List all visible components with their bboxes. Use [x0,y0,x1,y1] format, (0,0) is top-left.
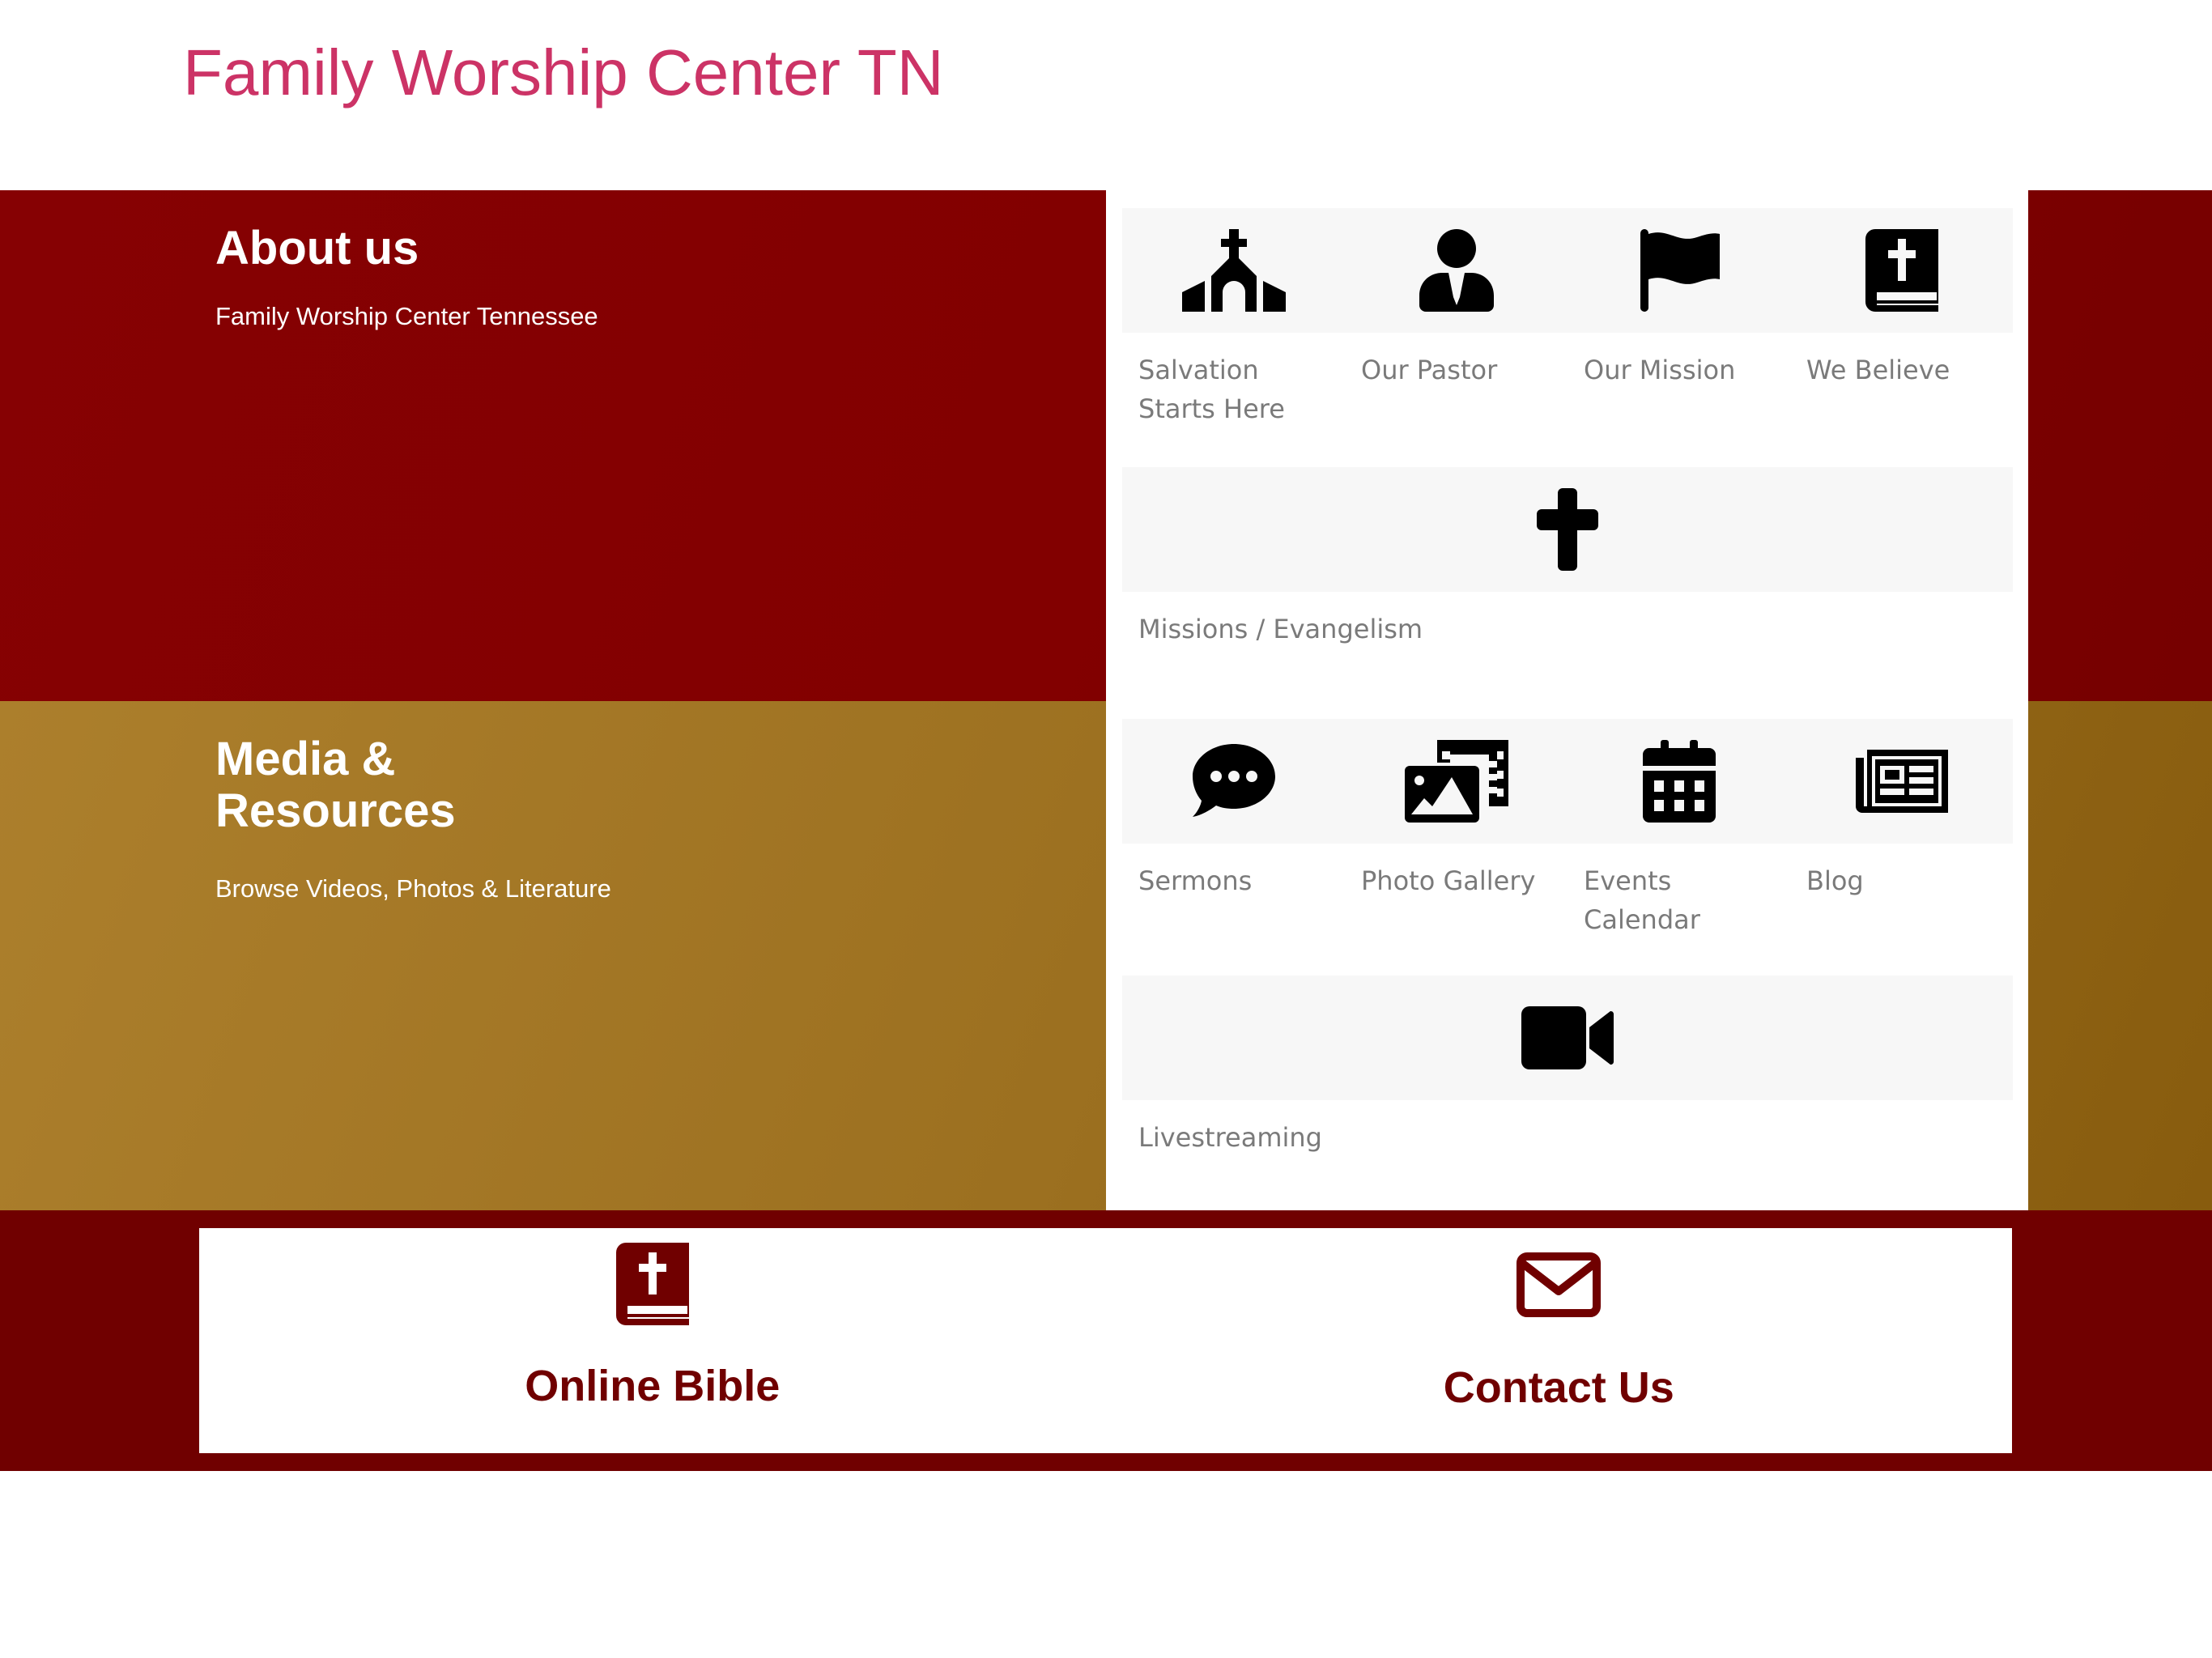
bible-icon [615,1243,689,1325]
tile-label-we-believe[interactable]: We Believe [1790,351,2013,428]
newspaper-icon [1855,750,1948,813]
flag-icon [1640,229,1720,312]
cross-icon [1537,488,1598,571]
media-section: Media & Resources Browse Videos, Photos … [0,701,2212,1210]
site-header: Family Worship Center TN [0,0,2212,190]
about-section: About us Family Worship Center Tennessee [0,190,2212,701]
tile-we-believe[interactable] [1790,208,2013,333]
online-bible-link[interactable]: Online Bible [199,1228,1106,1453]
quick-links-box: Online Bible Contact Us [199,1228,2012,1453]
tile-missions[interactable]: Missions / Evangelism [1122,467,2013,648]
tile-label-our-pastor[interactable]: Our Pastor [1345,351,1568,428]
about-title: About us [215,222,419,274]
tile-label-photo-gallery[interactable]: Photo Gallery [1345,861,1568,939]
tile-label-blog[interactable]: Blog [1790,861,2013,939]
about-intro: About us Family Worship Center Tennessee [215,223,598,333]
tile-sermons[interactable] [1122,719,1345,844]
tile-events-calendar[interactable] [1568,719,1790,844]
site-title[interactable]: Family Worship Center TN [183,36,944,110]
church-icon [1181,229,1286,312]
tile-label-events-calendar[interactable]: Events Calendar [1568,861,1790,939]
tile-livestreaming[interactable]: Livestreaming [1122,976,2013,1157]
media-subtitle: Browse Videos, Photos & Literature [215,874,611,903]
photo-video-icon [1404,740,1508,823]
tile-label-sermons[interactable]: Sermons [1122,861,1345,939]
media-title: Media & Resources [215,733,456,837]
about-tiles: Salvation Starts Here Our Pastor Our Mis… [1122,208,2013,428]
comment-dots-icon [1192,744,1275,817]
about-subtitle: Family Worship Center Tennessee [215,302,598,330]
contact-us-link[interactable]: Contact Us [1106,1228,2013,1453]
tile-label-missions[interactable]: Missions / Evangelism [1122,610,1431,648]
tile-blog[interactable] [1790,719,2013,844]
video-icon [1521,1006,1614,1069]
about-panel: Salvation Starts Here Our Pastor Our Mis… [1106,190,2028,701]
media-tiles: Sermons Photo Gallery Events Calendar Bl… [1122,719,2013,939]
media-panel: Sermons Photo Gallery Events Calendar Bl… [1106,701,2028,1210]
tile-label-our-mission[interactable]: Our Mission [1568,351,1790,428]
tile-our-pastor[interactable] [1345,208,1568,333]
quick-links-section: Online Bible Contact Us [0,1210,2212,1471]
tile-our-mission[interactable] [1568,208,1790,333]
online-bible-label[interactable]: Online Bible [525,1361,780,1411]
tile-photo-gallery[interactable] [1345,719,1568,844]
contact-us-label[interactable]: Contact Us [1444,1363,1674,1413]
user-tie-icon [1419,229,1494,312]
tile-salvation[interactable] [1122,208,1345,333]
tile-label-salvation[interactable]: Salvation Starts Here [1122,351,1345,428]
calendar-icon [1642,740,1716,823]
media-intro: Media & Resources Browse Videos, Photos … [215,733,620,905]
bible-icon [1865,229,1938,312]
envelope-icon [1516,1252,1602,1317]
tile-label-livestreaming[interactable]: Livestreaming [1122,1118,1330,1157]
